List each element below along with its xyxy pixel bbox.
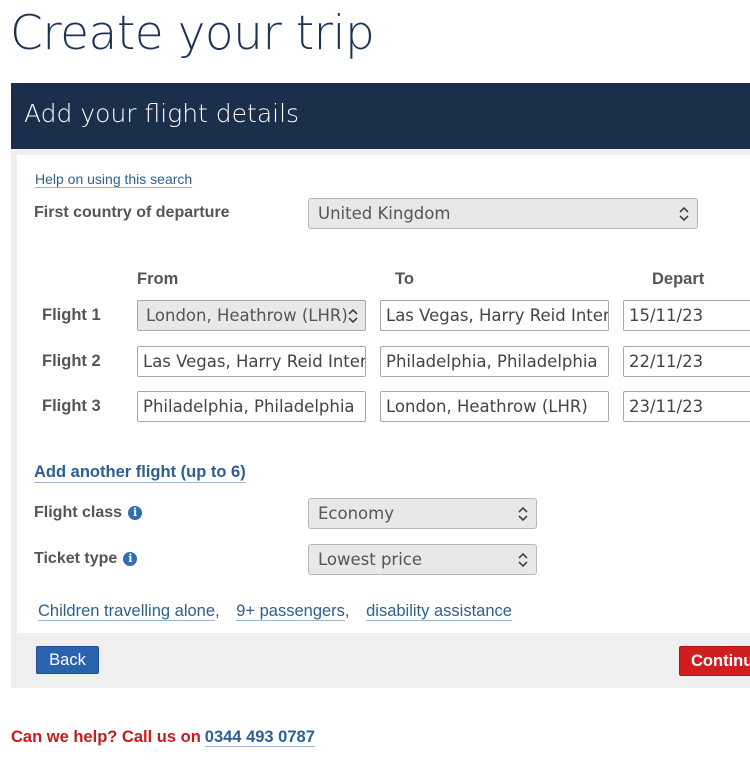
chevron-up-down-icon bbox=[679, 207, 689, 221]
info-icon[interactable]: i bbox=[123, 552, 138, 566]
add-another-flight-link[interactable]: Add another flight (up to 6) bbox=[34, 463, 246, 483]
departure-country-value: United Kingdom bbox=[318, 204, 451, 223]
column-header-depart: Depart bbox=[652, 270, 705, 288]
departure-country-select[interactable]: United Kingdom bbox=[308, 198, 698, 229]
chevron-up-down-icon bbox=[518, 553, 528, 567]
children-travelling-alone-link[interactable]: Children travelling alone bbox=[38, 602, 216, 621]
phone-number-link[interactable]: 0344 493 0787 bbox=[204, 728, 315, 747]
assistance-links: Children travelling alone, 9+ passengers… bbox=[38, 602, 512, 621]
flight-2-depart-input[interactable]: 22/11/23 bbox=[623, 346, 750, 377]
flight-1-from-select[interactable]: London, Heathrow (LHR) bbox=[137, 300, 366, 331]
disability-assistance-link[interactable]: disability assistance bbox=[366, 602, 512, 621]
panel-title: Add your flight details bbox=[24, 99, 300, 128]
column-header-to: To bbox=[395, 270, 414, 288]
flight-class-label: Flight class i bbox=[34, 504, 143, 522]
flight-2-to-input[interactable]: Philadelphia, Philadelphia bbox=[380, 346, 609, 377]
departure-country-label: First country of departure bbox=[34, 204, 230, 221]
flight-2-label: Flight 2 bbox=[42, 352, 101, 370]
continue-button[interactable]: Continue bbox=[679, 646, 750, 676]
page-title: Create your trip bbox=[10, 6, 375, 61]
flight-1-from-value: London, Heathrow (LHR) bbox=[146, 306, 348, 325]
help-call-text: Can we help? Call us on 0344 493 0787 bbox=[11, 728, 315, 747]
back-button[interactable]: Back bbox=[36, 646, 99, 674]
ticket-type-value: Lowest price bbox=[318, 550, 423, 569]
ticket-type-label: Ticket type i bbox=[34, 550, 138, 568]
flight-1-to-input[interactable]: Las Vegas, Harry Reid International bbox=[380, 300, 609, 331]
flight-1-label: Flight 1 bbox=[42, 306, 101, 324]
chevron-up-down-icon bbox=[518, 507, 528, 521]
link-separator: , bbox=[215, 602, 220, 620]
flight-class-label-text: Flight class bbox=[34, 504, 123, 521]
flight-2-from-input[interactable]: Las Vegas, Harry Reid International bbox=[137, 346, 366, 377]
flight-3-label: Flight 3 bbox=[42, 397, 101, 415]
flight-3-from-input[interactable]: Philadelphia, Philadelphia bbox=[137, 391, 366, 422]
flight-1-depart-input[interactable]: 15/11/23 bbox=[623, 300, 750, 331]
help-link[interactable]: Help on using this search bbox=[35, 171, 193, 188]
ticket-type-select[interactable]: Lowest price bbox=[308, 544, 537, 575]
nine-plus-passengers-link[interactable]: 9+ passengers bbox=[236, 602, 345, 621]
panel-header: Add your flight details bbox=[11, 83, 750, 149]
flight-class-select[interactable]: Economy bbox=[308, 498, 537, 529]
flight-class-value: Economy bbox=[318, 504, 394, 523]
ticket-type-label-text: Ticket type bbox=[34, 550, 118, 567]
flight-3-to-input[interactable]: London, Heathrow (LHR) bbox=[380, 391, 609, 422]
flight-3-depart-input[interactable]: 23/11/23 bbox=[623, 391, 750, 422]
help-call-label: Can we help? Call us on bbox=[11, 728, 201, 746]
link-separator: , bbox=[344, 602, 350, 620]
info-icon[interactable]: i bbox=[128, 506, 143, 520]
chevron-up-down-icon bbox=[348, 309, 358, 323]
column-header-from: From bbox=[137, 270, 179, 288]
